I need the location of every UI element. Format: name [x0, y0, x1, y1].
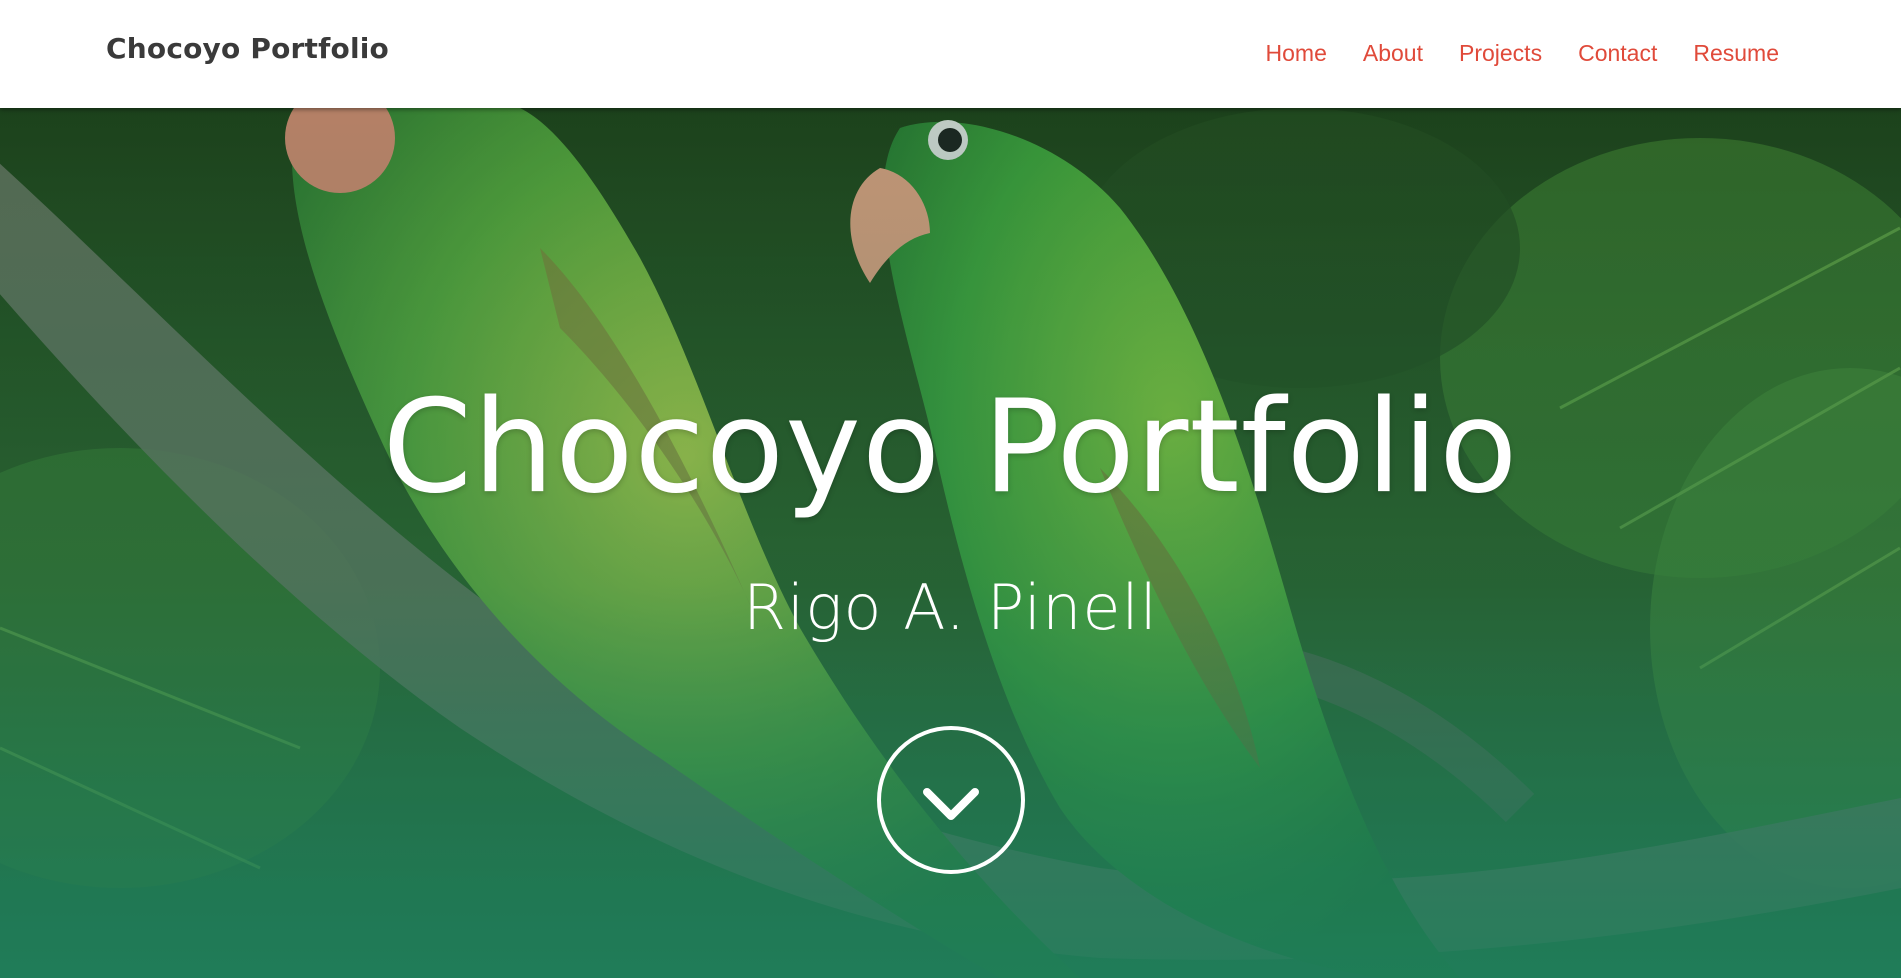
- nav-link-about[interactable]: About: [1363, 40, 1423, 67]
- nav-link-home[interactable]: Home: [1266, 40, 1327, 67]
- hero-title: Chocoyo Portfolio: [382, 373, 1519, 522]
- top-navbar: Chocoyo Portfolio Home About Projects Co…: [0, 0, 1901, 108]
- hero-subtitle: Rigo A. Pinell: [742, 571, 1159, 644]
- brand-link[interactable]: Chocoyo Portfolio: [106, 32, 389, 65]
- nav-link-contact[interactable]: Contact: [1578, 40, 1657, 67]
- hero-section: Chocoyo Portfolio Rigo A. Pinell: [0, 108, 1901, 978]
- chevron-down-icon: [923, 788, 979, 820]
- nav-links: Home About Projects Contact Resume: [1230, 40, 1779, 67]
- nav-link-projects[interactable]: Projects: [1459, 40, 1542, 67]
- nav-link-resume[interactable]: Resume: [1693, 40, 1779, 67]
- scroll-down-button[interactable]: [877, 726, 1025, 874]
